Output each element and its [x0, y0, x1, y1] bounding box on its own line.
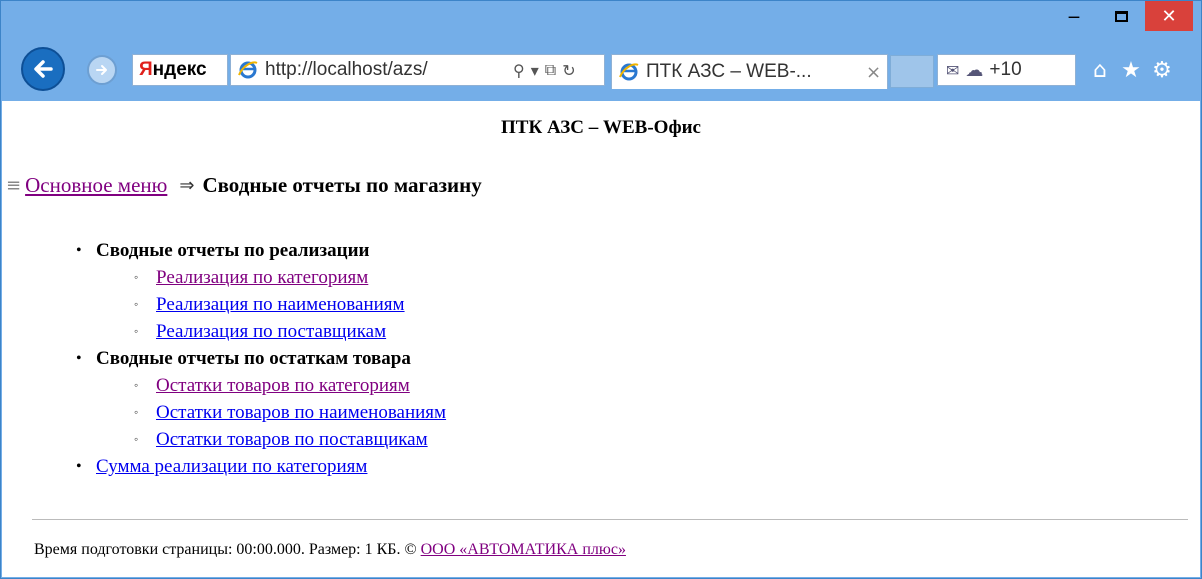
report-list: • Сводные отчеты по реализации ◦ Реализаци… [76, 237, 446, 480]
title-bar: ‒ ✕ [1, 1, 1201, 41]
cloud-icon: ☁ [965, 59, 984, 81]
breadcrumb-home-link[interactable]: Основное меню [25, 173, 167, 198]
back-arrow-icon [34, 60, 53, 78]
list-item: • Сводные отчеты по реализации [76, 237, 446, 264]
search-icon[interactable]: ⚲ [513, 61, 525, 80]
minimize-button[interactable]: ‒ [1051, 1, 1097, 31]
back-button[interactable] [21, 47, 65, 91]
section-heading: Сводные отчеты по остаткам товара [96, 348, 411, 369]
breadcrumb-current: Сводные отчеты по магазину [202, 173, 482, 197]
ie-tab-icon [619, 63, 639, 81]
maximize-button[interactable] [1098, 1, 1144, 31]
report-link[interactable]: Реализация по наименованиям [156, 291, 405, 318]
address-url[interactable]: http://localhost/azs/ [265, 59, 509, 81]
forward-arrow-icon [96, 65, 107, 75]
list-item: ◦ Реализация по наименованиям [76, 291, 446, 318]
tab-close-icon[interactable]: × [866, 62, 881, 83]
section-heading: Сводные отчеты по реализации [96, 240, 370, 261]
list-item: ◦ Остатки товаров по поставщикам [76, 426, 446, 453]
ie-page-icon [238, 61, 258, 79]
page-footer: Время подготовки страницы: 00:00.000. Ра… [34, 541, 626, 559]
breadcrumb-arrow-icon: ⇒ [179, 175, 195, 196]
list-item: • Сводные отчеты по остаткам товара [76, 345, 446, 372]
list-item: ◦ Остатки товаров по наименованиям [76, 399, 446, 426]
report-link[interactable]: Остатки товаров по поставщикам [156, 426, 428, 453]
report-link[interactable]: Реализация по поставщикам [156, 318, 386, 345]
refresh-icon[interactable]: ↻ [562, 61, 575, 80]
yandex-logo-rest: ндекс [152, 59, 207, 80]
yandex-search-button[interactable]: Яндекс [132, 54, 228, 86]
close-icon: ✕ [1161, 5, 1177, 27]
maximize-icon [1114, 10, 1128, 22]
list-item: ◦ Реализация по категориям [76, 264, 446, 291]
weather-widget[interactable]: ✉ ☁ +10 [937, 54, 1076, 86]
report-link[interactable]: Сумма реализации по категориям [96, 453, 367, 480]
breadcrumb: ≡ Основное меню ⇒ Сводные отчеты по мага… [6, 173, 482, 198]
tab-title: ПТК АЗС – WEB-... [646, 61, 812, 82]
compatibility-icon[interactable]: ⧉ [545, 60, 556, 80]
new-tab-button[interactable] [890, 55, 934, 88]
page-content: ПТК АЗС – WEB-Офис ≡ Основное меню ⇒ Сво… [2, 101, 1200, 577]
footer-divider [32, 519, 1188, 520]
dropdown-icon[interactable]: ▾ [531, 61, 539, 80]
report-link[interactable]: Остатки товаров по наименованиям [156, 399, 446, 426]
report-link[interactable]: Остатки товаров по категориям [156, 372, 410, 399]
menu-icon: ≡ [6, 175, 22, 196]
footer-text: Время подготовки страницы: 00:00.000. Ра… [34, 541, 421, 558]
close-button[interactable]: ✕ [1145, 1, 1193, 31]
report-link[interactable]: Реализация по категориям [156, 264, 368, 291]
address-bar[interactable]: http://localhost/azs/ ⚲ ▾ ⧉ ↻ [230, 54, 605, 86]
browser-window: ‒ ✕ Яндекс http://localhost/azs/ ⚲ ▾ ⧉ ↻ [0, 0, 1202, 579]
company-link[interactable]: ООО «АВТОМАТИКА плюс» [421, 541, 626, 558]
weather-temperature: +10 [989, 59, 1022, 80]
mail-icon: ✉ [946, 60, 960, 80]
settings-gear-icon[interactable]: ⚙ [1149, 57, 1175, 83]
list-item: • Сумма реализации по категориям [76, 453, 446, 480]
yandex-logo-letter: Я [139, 59, 153, 80]
home-icon[interactable]: ⌂ [1087, 57, 1113, 83]
tab-active[interactable]: ПТК АЗС – WEB-... × [611, 54, 888, 89]
list-item: ◦ Остатки товаров по категориям [76, 372, 446, 399]
favorites-star-icon[interactable]: ★ [1118, 57, 1144, 83]
list-item: ◦ Реализация по поставщикам [76, 318, 446, 345]
forward-button[interactable] [87, 55, 117, 85]
page-title: ПТК АЗС – WEB-Офис [501, 117, 701, 138]
